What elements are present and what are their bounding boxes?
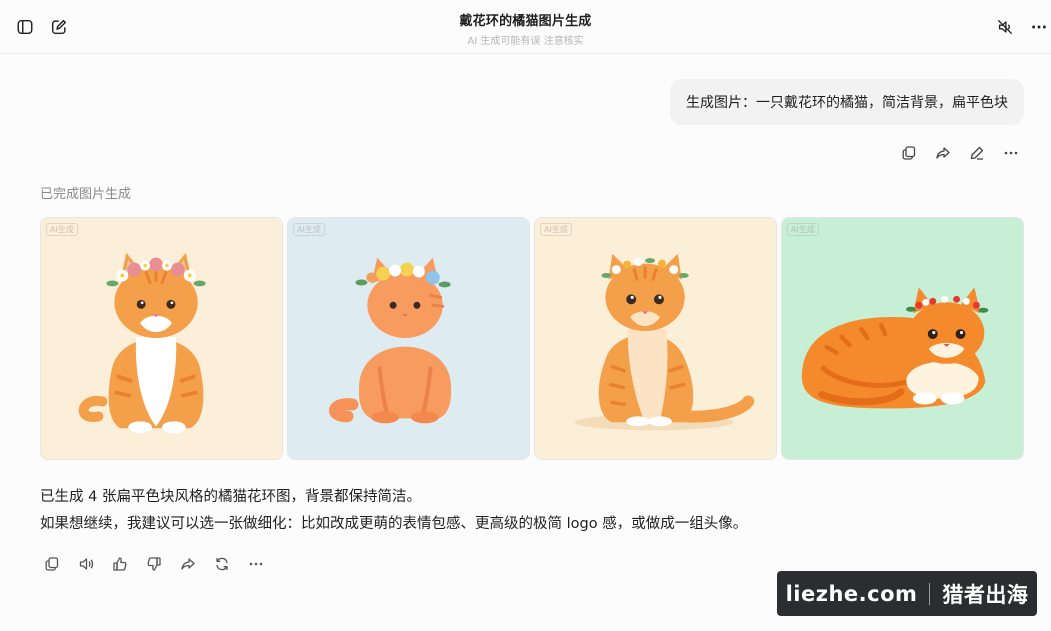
more-icon[interactable] — [242, 550, 270, 578]
generation-status: 已完成图片生成 — [40, 187, 132, 202]
brand-name: 猎者出海 — [942, 582, 1029, 607]
top-bar: 戴花环的橘猫图片生成 AI 生成可能有误 注意核实 — [0, 0, 1051, 54]
read-aloud-icon[interactable] — [72, 550, 100, 578]
edit-icon[interactable] — [963, 139, 991, 167]
cat-illustration-2 — [288, 218, 529, 459]
image-watermark: AI生成 — [293, 223, 325, 236]
image-watermark: AI生成 — [540, 223, 572, 236]
generated-image-3[interactable]: AI生成 — [534, 217, 777, 460]
generated-image-4[interactable]: AI生成 — [781, 217, 1024, 460]
cat-illustration-3 — [535, 218, 776, 459]
user-message-text: 生成图片：一只戴花环的橘猫，简洁背景，扁平色块 — [686, 95, 1008, 111]
cat-illustration-1 — [41, 218, 282, 459]
brand-watermark: liezhe.com 猎者出海 — [777, 571, 1037, 616]
share-icon[interactable] — [174, 550, 202, 578]
page-title: 戴花环的橘猫图片生成 — [459, 14, 592, 29]
generated-image-1[interactable]: AI生成 — [40, 217, 283, 460]
thumbs-up-icon[interactable] — [106, 550, 134, 578]
ai-disclaimer: AI 生成可能有误 注意核实 — [467, 36, 584, 47]
copy-icon[interactable] — [38, 550, 66, 578]
more-icon[interactable] — [1025, 13, 1051, 41]
speaker-mute-icon[interactable] — [991, 13, 1019, 41]
chat-app: 戴花环的橘猫图片生成 AI 生成可能有误 注意核实 生成图片：一只戴花环的橘猫，… — [0, 0, 1051, 631]
cat-illustration-4 — [782, 218, 1023, 459]
image-watermark: AI生成 — [787, 223, 819, 236]
user-message-bubble: 生成图片：一只戴花环的橘猫，简洁背景，扁平色块 — [670, 79, 1024, 125]
image-gallery: AI生成 AI生成 AI生成 AI生成 — [40, 217, 1024, 460]
reply-line-2: 如果想继续，我建议可以选一张做细化：比如改成更萌的表情包感、更高级的极简 log… — [40, 516, 748, 532]
thumbs-down-icon[interactable] — [140, 550, 168, 578]
reply-line-1: 已生成 4 张扁平色块风格的橘猫花环图，背景都保持简洁。 — [40, 489, 421, 505]
copy-icon[interactable] — [895, 139, 923, 167]
brand-domain: liezhe.com — [785, 581, 918, 606]
image-watermark: AI生成 — [46, 223, 78, 236]
share-icon[interactable] — [929, 139, 957, 167]
assistant-reply: 已生成 4 张扁平色块风格的橘猫花环图，背景都保持简洁。 如果想继续，我建议可以… — [40, 484, 747, 538]
assistant-message-actions — [38, 550, 270, 578]
brand-divider — [929, 582, 931, 605]
title-block: 戴花环的橘猫图片生成 AI 生成可能有误 注意核实 — [0, 10, 1051, 47]
more-icon[interactable] — [997, 139, 1025, 167]
generated-image-2[interactable]: AI生成 — [287, 217, 530, 460]
user-message-actions — [895, 139, 1025, 167]
regenerate-icon[interactable] — [208, 550, 236, 578]
